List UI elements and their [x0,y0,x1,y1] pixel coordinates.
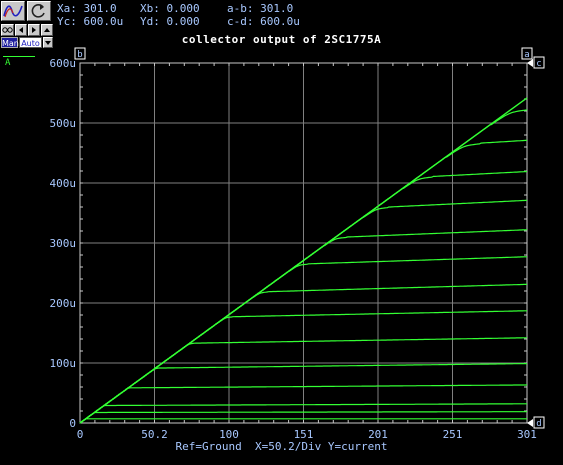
svg-text:a: a [524,50,529,60]
cursor-a-marker[interactable]: a [521,47,533,60]
y-tick-label: 100u [50,357,77,370]
cursor-c-pointer [527,59,533,67]
y-tick-label: 600u [50,57,77,70]
axis-footer: Ref=Ground X=50.2/Div Y=current [175,440,388,453]
y-tick-label: 0 [69,417,76,430]
cursor-d-pointer [527,419,533,427]
curve-tracer-window: Man Auto Xa: 301.0 Xb: 0.000 a-b: 301.0 … [0,0,563,465]
y-tick-label: 500u [50,117,77,130]
y-tick-label: 200u [50,297,77,310]
svg-text:c: c [536,59,541,69]
svg-text:b: b [77,50,82,60]
y-tick-label: 400u [50,177,77,190]
chart-plot: 0100u200u300u400u500u600u0 50.2 100 151 201 2… [50,47,545,441]
svg-text:d: d [536,419,541,429]
cursor-d-marker[interactable]: d [533,416,545,429]
y-tick-label: 300u [50,237,77,250]
cursor-b-marker[interactable]: b [74,47,86,60]
cursor-c-marker[interactable]: c [533,56,545,69]
